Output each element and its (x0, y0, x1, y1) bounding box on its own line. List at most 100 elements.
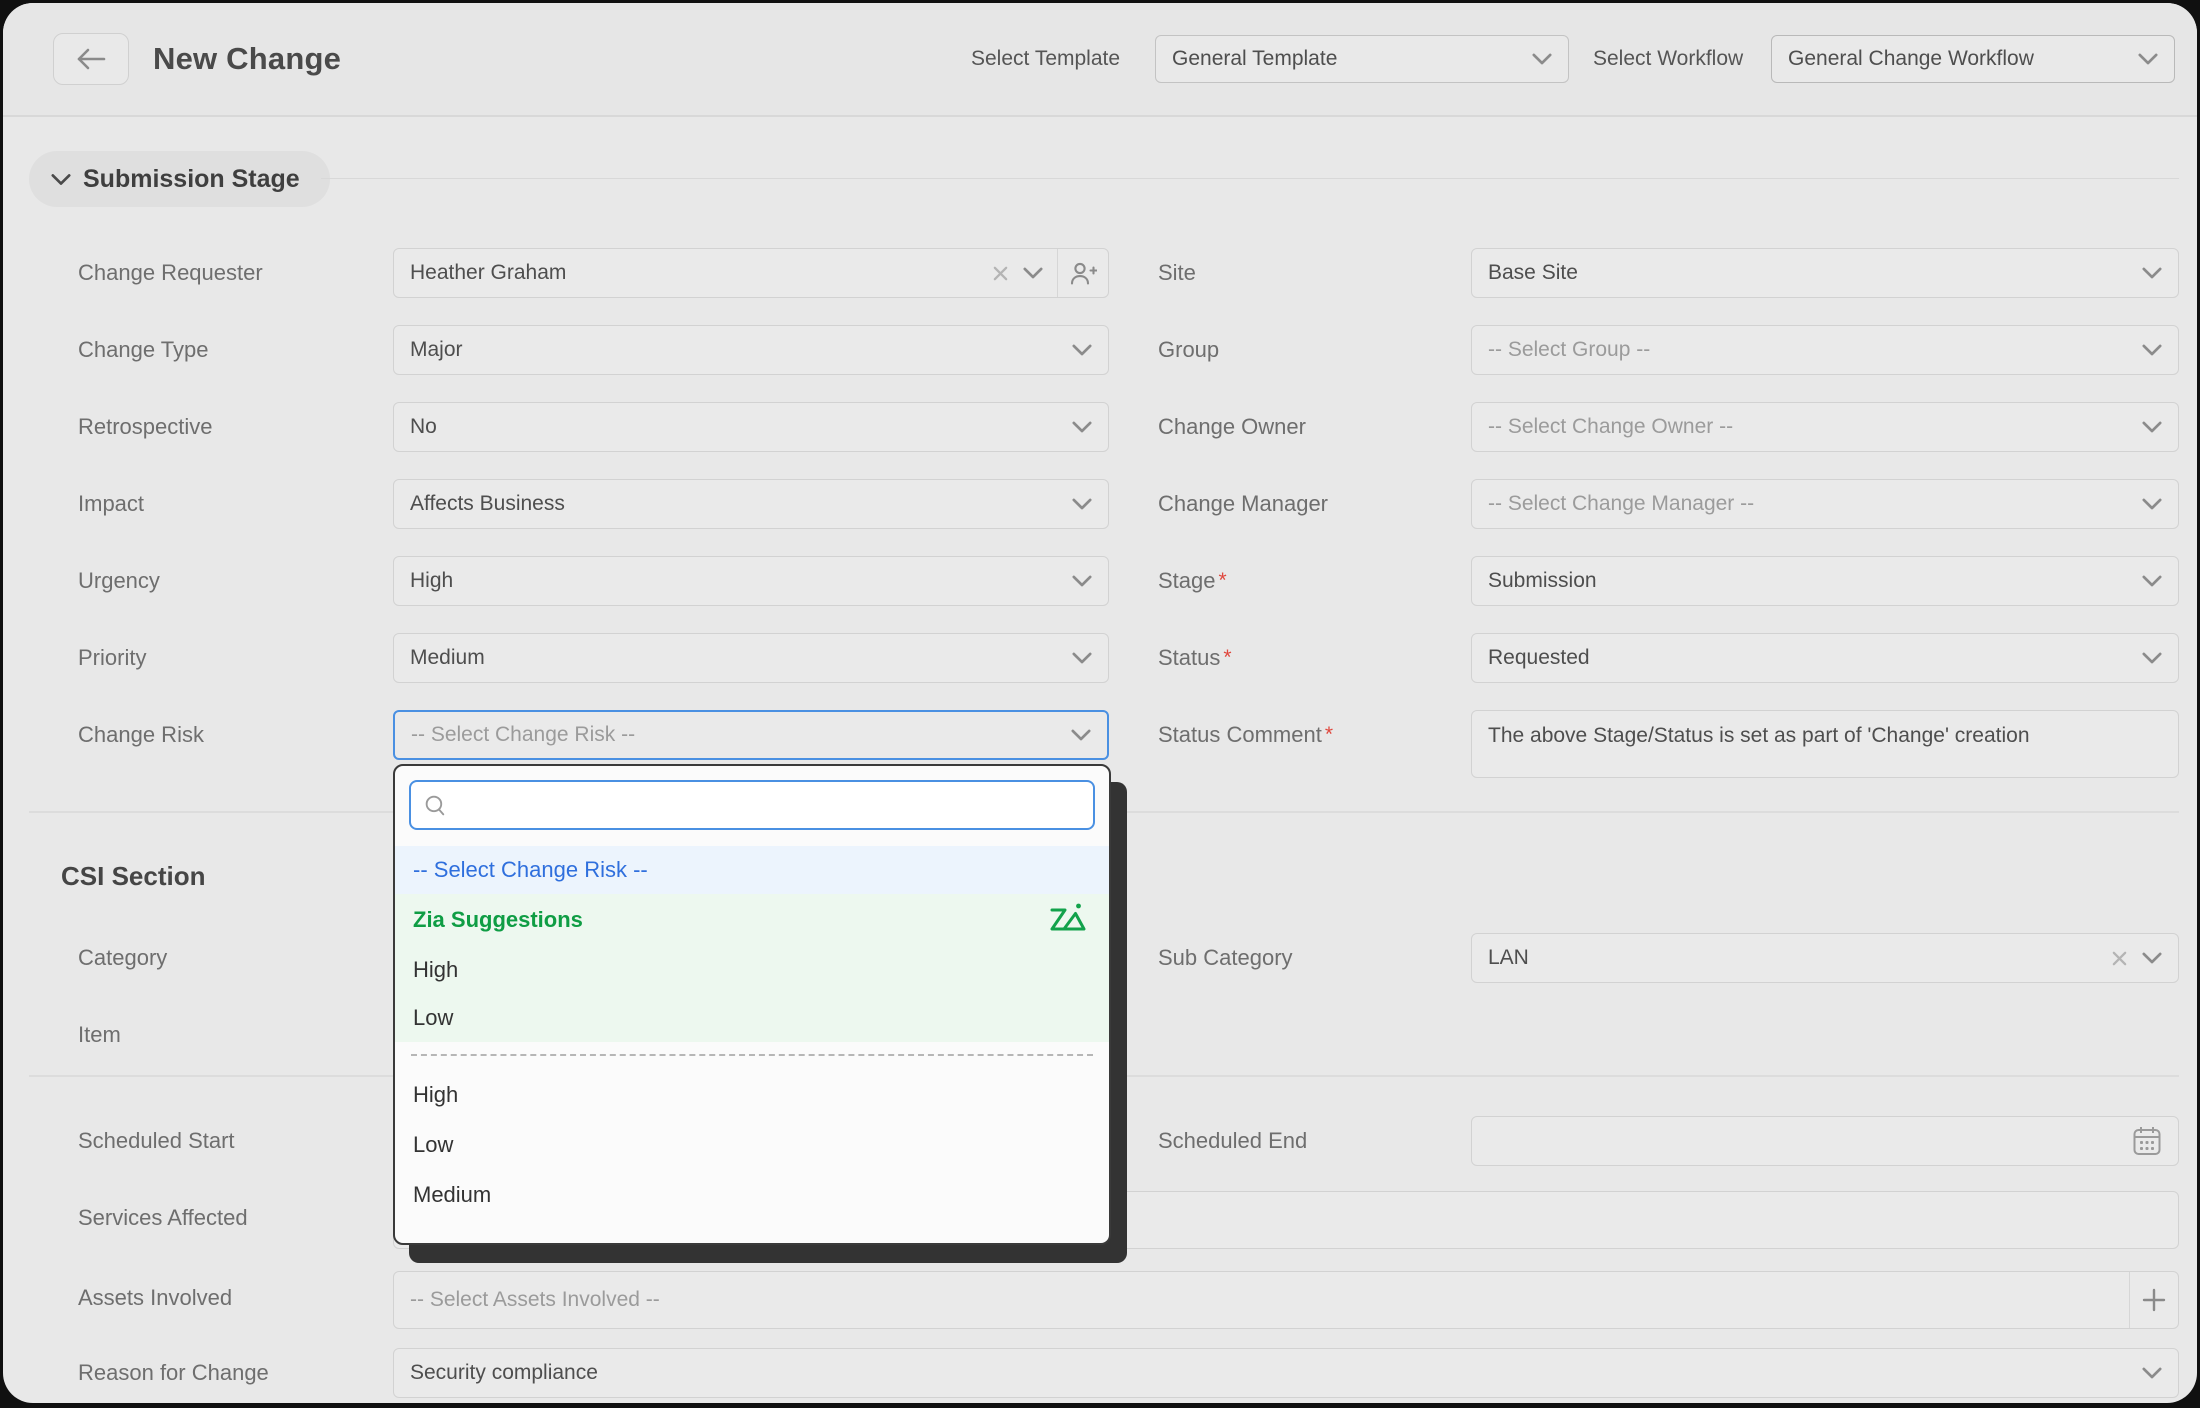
services-affected-label: Services Affected (78, 1193, 248, 1243)
reason-for-change-value: Security compliance (410, 1361, 2142, 1385)
change-risk-dropdown-panel: -- Select Change Risk -- Zia Suggestions… (393, 764, 1111, 1245)
impact-value: Affects Business (410, 492, 1072, 516)
add-requester-button[interactable] (1057, 249, 1108, 297)
select-workflow-label: Select Workflow (1593, 3, 1743, 115)
back-button[interactable] (53, 33, 129, 85)
scheduled-end-label: Scheduled End (1158, 1116, 1307, 1166)
dropdown-search-input[interactable] (409, 780, 1095, 830)
stage-select[interactable]: Submission (1471, 556, 2179, 606)
urgency-select[interactable]: High (393, 556, 1109, 606)
change-owner-label: Change Owner (1158, 402, 1306, 452)
assets-involved-placeholder: -- Select Assets Involved -- (410, 1288, 2115, 1312)
change-requester-field[interactable]: Heather Graham (393, 248, 1109, 298)
priority-select[interactable]: Medium (393, 633, 1109, 683)
change-requester-value: Heather Graham (410, 261, 978, 285)
chevron-down-icon (1071, 729, 1091, 741)
select-template-label: Select Template (971, 3, 1120, 115)
status-comment-value: The above Stage/Status is set as part of… (1488, 724, 2162, 748)
retrospective-select[interactable]: No (393, 402, 1109, 452)
priority-label: Priority (78, 633, 146, 683)
workflow-select-value: General Change Workflow (1788, 47, 2138, 71)
screen: New Change Select Template General Templ… (0, 0, 2200, 1408)
status-select[interactable]: Requested (1471, 633, 2179, 683)
person-plus-icon (1069, 260, 1097, 287)
chevron-down-icon (2142, 344, 2162, 356)
status-value: Requested (1488, 646, 2142, 670)
retrospective-label: Retrospective (78, 402, 213, 452)
dropdown-option-medium[interactable]: Medium (395, 1170, 1109, 1220)
dropdown-option-low[interactable]: Low (395, 1120, 1109, 1170)
site-value: Base Site (1488, 261, 2142, 285)
submission-stage-toggle[interactable]: Submission Stage (29, 151, 330, 207)
chevron-down-icon (2138, 53, 2158, 65)
zia-suggestions-block: Zia Suggestions High Low (395, 894, 1109, 1042)
chevron-down-icon (1072, 575, 1092, 587)
csi-section-title: CSI Section (61, 861, 205, 892)
sub-category-select[interactable]: LAN (1471, 933, 2179, 983)
change-type-select[interactable]: Major (393, 325, 1109, 375)
template-select-value: General Template (1172, 47, 1532, 71)
chevron-down-icon (2142, 1367, 2162, 1379)
chevron-down-icon[interactable] (2142, 952, 2162, 964)
clear-icon[interactable] (992, 265, 1009, 282)
chevron-down-icon (1072, 652, 1092, 664)
chevron-down-icon (1072, 344, 1092, 356)
urgency-value: High (410, 569, 1072, 593)
zia-logo-icon (1045, 899, 1091, 941)
zia-suggestions-title: Zia Suggestions (413, 907, 583, 933)
zia-option-low[interactable]: Low (395, 994, 1109, 1042)
zia-option-high[interactable]: High (395, 946, 1109, 994)
chevron-down-icon (2142, 498, 2162, 510)
change-risk-placeholder: -- Select Change Risk -- (411, 723, 1071, 747)
workflow-select[interactable]: General Change Workflow (1771, 35, 2175, 83)
submission-stage-title: Submission Stage (83, 165, 300, 194)
template-select[interactable]: General Template (1155, 35, 1569, 83)
group-select[interactable]: -- Select Group -- (1471, 325, 2179, 375)
status-label: Status (1158, 633, 1232, 683)
dropdown-option-high[interactable]: High (395, 1070, 1109, 1120)
chevron-down-icon (2142, 575, 2162, 587)
priority-value: Medium (410, 646, 1072, 670)
add-asset-button[interactable] (2129, 1272, 2178, 1328)
category-label: Category (78, 933, 167, 983)
change-type-label: Change Type (78, 325, 208, 375)
sub-category-label: Sub Category (1158, 933, 1293, 983)
search-icon (423, 793, 448, 818)
sub-category-value: LAN (1488, 946, 2097, 970)
chevron-down-icon (2142, 267, 2162, 279)
clear-icon[interactable] (2111, 950, 2128, 967)
reason-for-change-select[interactable]: Security compliance (393, 1348, 2179, 1398)
stage-value: Submission (1488, 569, 2142, 593)
site-label: Site (1158, 248, 1196, 298)
section-rule (321, 178, 2179, 179)
chevron-down-icon (2142, 652, 2162, 664)
chevron-down-icon (1532, 53, 1552, 65)
retrospective-value: No (410, 415, 1072, 439)
change-owner-select[interactable]: -- Select Change Owner -- (1471, 402, 2179, 452)
impact-label: Impact (78, 479, 144, 529)
change-risk-select[interactable]: -- Select Change Risk -- (393, 710, 1109, 760)
site-select[interactable]: Base Site (1471, 248, 2179, 298)
chevron-down-icon (1072, 421, 1092, 433)
dropdown-option-select-change-risk[interactable]: -- Select Change Risk -- (395, 846, 1109, 894)
reason-for-change-label: Reason for Change (78, 1348, 269, 1398)
scheduled-end-field[interactable] (1471, 1116, 2179, 1166)
change-risk-label: Change Risk (78, 710, 204, 760)
item-label: Item (78, 1010, 121, 1060)
group-placeholder: -- Select Group -- (1488, 338, 2142, 362)
impact-select[interactable]: Affects Business (393, 479, 1109, 529)
calendar-icon[interactable] (2132, 1125, 2162, 1157)
status-comment-field[interactable]: The above Stage/Status is set as part of… (1471, 710, 2179, 778)
new-change-window: New Change Select Template General Templ… (3, 3, 2197, 1403)
chevron-down-icon (1072, 498, 1092, 510)
change-requester-label: Change Requester (78, 248, 263, 298)
change-owner-placeholder: -- Select Change Owner -- (1488, 415, 2142, 439)
assets-involved-field[interactable]: -- Select Assets Involved -- (393, 1271, 2179, 1329)
chevron-down-icon[interactable] (1023, 267, 1043, 279)
dropdown-search-wrap (409, 780, 1095, 830)
change-manager-select[interactable]: -- Select Change Manager -- (1471, 479, 2179, 529)
dropdown-dashed-divider (411, 1054, 1093, 1056)
change-manager-label: Change Manager (1158, 479, 1328, 529)
page-title: New Change (153, 3, 341, 115)
group-label: Group (1158, 325, 1219, 375)
